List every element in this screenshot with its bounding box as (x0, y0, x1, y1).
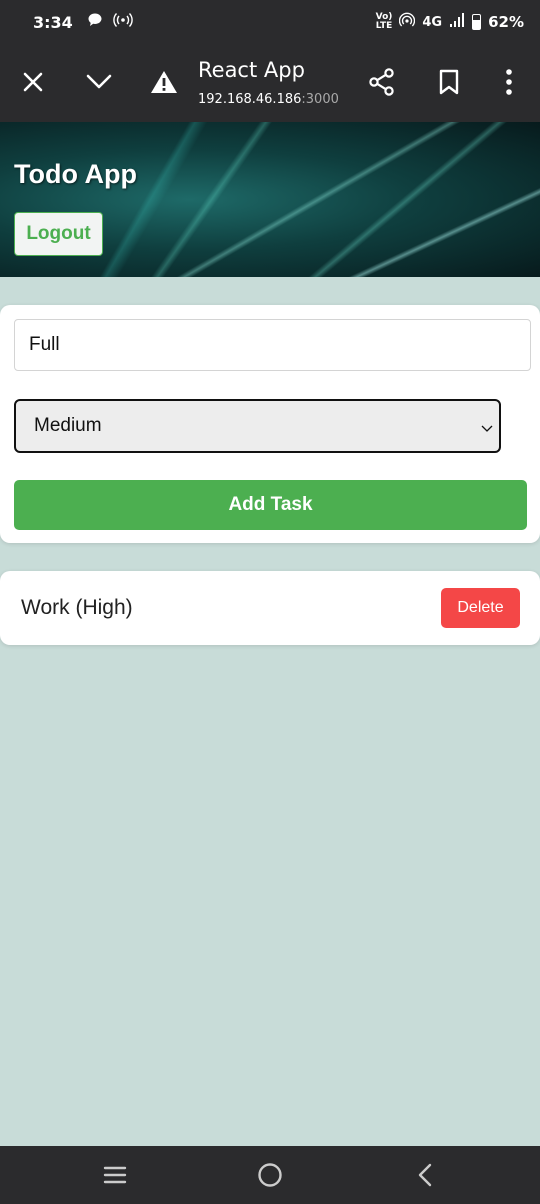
battery-icon (472, 14, 482, 30)
more-vert-icon[interactable] (489, 62, 529, 102)
browser-toolbar: React App 192.168.46.186:3000 (0, 44, 540, 122)
header-banner: Todo App Logout (0, 122, 540, 277)
signal-icon (449, 13, 465, 31)
status-bar: 3:34 Vo) LTE 4G 62% (0, 0, 540, 44)
add-task-form: Full Medium Add Task (0, 305, 540, 543)
chat-icon (87, 12, 103, 32)
app-title: Todo App (14, 159, 137, 189)
list-item: Work (High) Delete (0, 571, 540, 645)
delete-button[interactable]: Delete (441, 588, 520, 628)
priority-selected-value: Medium (34, 415, 102, 436)
network-type: 4G (422, 14, 443, 30)
add-task-button[interactable]: Add Task (14, 480, 527, 530)
share-icon[interactable] (362, 62, 402, 102)
page-title[interactable]: React App (198, 58, 305, 82)
back-icon[interactable] (410, 1160, 440, 1190)
recent-apps-icon[interactable] (100, 1160, 130, 1190)
hotspot-icon (113, 12, 133, 32)
priority-select[interactable]: Medium (14, 399, 501, 453)
status-time: 3:34 (33, 12, 73, 32)
warning-icon[interactable] (144, 62, 184, 102)
url-port: :3000 (301, 92, 339, 107)
wifi-calling-icon (399, 12, 416, 32)
close-icon[interactable] (13, 62, 53, 102)
logout-button[interactable]: Logout (14, 212, 103, 256)
chevron-down-icon[interactable] (79, 62, 119, 102)
home-icon[interactable] (255, 1160, 285, 1190)
battery-percent: 62% (488, 13, 524, 31)
url-host: 192.168.46.186 (198, 92, 302, 107)
system-nav-bar (0, 1146, 540, 1204)
bookmark-icon[interactable] (429, 62, 469, 102)
task-input[interactable]: Full (14, 319, 531, 371)
chevron-down-icon (481, 417, 493, 439)
page-url[interactable]: 192.168.46.186:3000 (198, 92, 339, 107)
lte-label: LTE (375, 21, 393, 31)
task-text: Work (High) (21, 596, 133, 619)
volte-icon: Vo) LTE (375, 12, 393, 31)
